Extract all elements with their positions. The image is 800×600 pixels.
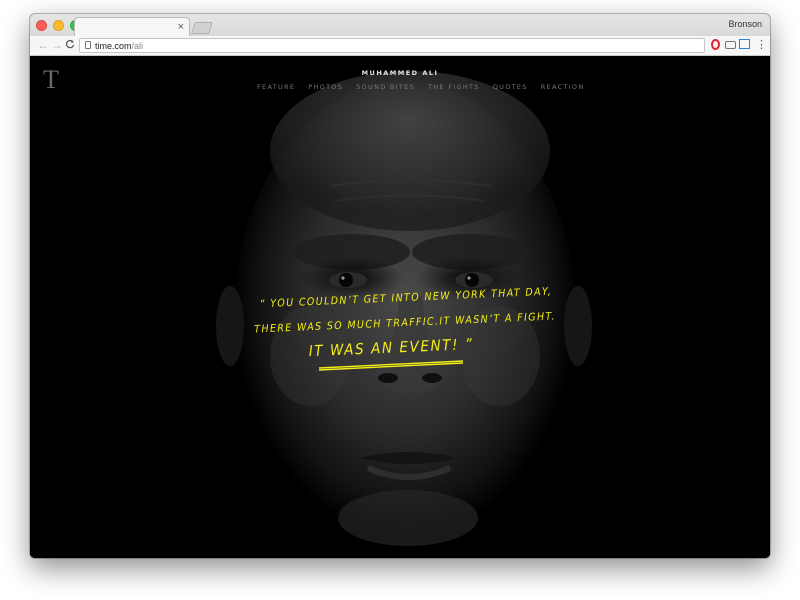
tab-close-icon[interactable]: × (178, 19, 184, 35)
page-title: MUHAMMED ALI (361, 69, 439, 77)
browser-tab[interactable]: × (74, 17, 190, 36)
nav-item-quotes[interactable]: QUOTES (493, 83, 528, 91)
nav-item-photos[interactable]: PHOTOS (308, 83, 343, 91)
address-bar[interactable]: time.com/ali (79, 38, 705, 53)
forward-icon[interactable]: → (51, 39, 63, 52)
page-icon (85, 41, 91, 49)
close-window-button[interactable] (36, 20, 47, 31)
reload-icon[interactable] (65, 39, 75, 52)
nav-item-the-fights[interactable]: THE FIGHTS (428, 83, 480, 91)
featured-quote: “ YOU COULDN’T GET INTO NEW YORK THAT DA… (239, 279, 572, 365)
opera-icon[interactable] (711, 39, 720, 50)
browser-toolbar: ← → time.com/ali ⋮ (30, 36, 770, 56)
nav-item-reaction[interactable]: REACTION (541, 83, 585, 91)
nav-item-feature[interactable]: FEATURE (257, 83, 295, 91)
screenshot-icon[interactable] (739, 39, 750, 49)
camera-icon[interactable] (725, 41, 736, 49)
page-content: T MUHAMMED ALI FEATURE PHOTOS SOUND BITE… (30, 56, 770, 558)
back-icon[interactable]: ← (37, 39, 49, 52)
section-nav: FEATURE PHOTOS SOUND BITES THE FIGHTS QU… (257, 83, 585, 91)
menu-icon[interactable]: ⋮ (756, 38, 767, 52)
url-text: time.com/ali (95, 41, 144, 51)
new-tab-button[interactable] (191, 22, 213, 34)
browser-window: × Bronson ← → time.com/ali ⋮ T MUHAMMED … (30, 14, 770, 558)
minimize-window-button[interactable] (53, 20, 64, 31)
nav-item-sound-bites[interactable]: SOUND BITES (356, 83, 415, 91)
quote-underline (318, 360, 464, 371)
profile-name[interactable]: Bronson (728, 19, 762, 29)
tab-strip: × Bronson (30, 14, 770, 36)
